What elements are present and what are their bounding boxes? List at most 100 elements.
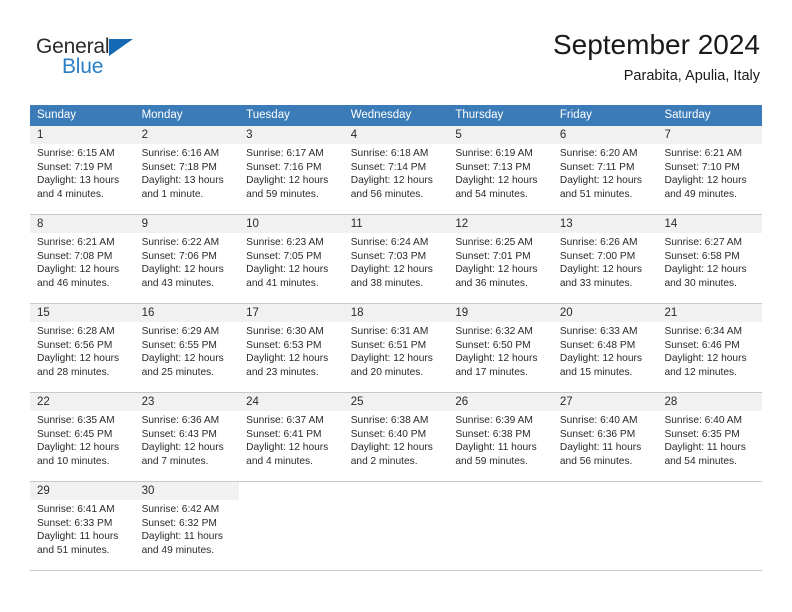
week-cells: 1 Sunrise: 6:15 AM Sunset: 7:19 PM Daylight…	[30, 126, 763, 214]
day-number: 10	[246, 218, 259, 230]
day-cell[interactable]: 11 Sunrise: 6:24 AM Sunset: 7:03 PM Dayligh…	[343, 215, 449, 303]
day-cell[interactable]: 15 Sunrise: 6:28 AM Sunset: 6:56 PM Dayligh…	[30, 304, 135, 392]
sunrise-text: Sunrise: 6:22 AM	[141, 237, 220, 248]
sunset-text: Sunset: 7:18 PM	[141, 161, 217, 173]
daylight-text: Daylight: 12 hours	[37, 442, 120, 454]
day-cell[interactable]: 24 Sunrise: 6:37 AM Sunset: 6:41 PM Dayligh…	[239, 393, 344, 481]
sunrise-text: Sunrise: 6:17 AM	[246, 148, 324, 159]
calendar-page: General Blue September 2024 Parabita, Ap…	[0, 0, 792, 612]
day-details: Sunrise: 6:36 AM Sunset: 6:43 PM Daylight:…	[135, 411, 240, 468]
weekday-header-tuesday: Tuesday	[246, 109, 290, 121]
day-number: 17	[246, 307, 259, 319]
day-cell[interactable]: 3 Sunrise: 6:17 AM Sunset: 7:16 PM Daylight…	[239, 126, 344, 214]
sunrise-text: Sunrise: 6:20 AM	[559, 148, 638, 159]
day-cell[interactable]: 14 Sunrise: 6:27 AM Sunset: 6:58 PM Dayligh…	[657, 215, 763, 303]
daylight-text: Daylight: 11 hours	[559, 442, 642, 454]
sunrise-text: Sunrise: 6:35 AM	[37, 415, 115, 426]
day-cell[interactable]: 16 Sunrise: 6:29 AM Sunset: 6:55 PM Dayligh…	[134, 304, 240, 392]
day-details	[239, 500, 344, 503]
day-cell[interactable]: 26 Sunrise: 6:39 AM Sunset: 6:38 PM Dayligh…	[448, 393, 553, 481]
sunset-text: Sunset: 7:01 PM	[455, 250, 531, 262]
day-cell[interactable]: 9 Sunrise: 6:22 AM Sunset: 7:06 PM Daylight…	[134, 215, 240, 303]
sunrise-text: Sunrise: 6:28 AM	[37, 326, 115, 337]
day-cell[interactable]: 20 Sunrise: 6:33 AM Sunset: 6:48 PM Dayligh…	[552, 304, 658, 392]
sunset-text: Sunset: 6:33 PM	[37, 517, 113, 529]
day-cell[interactable]: 23 Sunrise: 6:36 AM Sunset: 6:43 PM Dayligh…	[134, 393, 240, 481]
daylight-text: and 30 minutes.	[664, 277, 737, 289]
day-cell[interactable]: 8 Sunrise: 6:21 AM Sunset: 7:08 PM Daylight…	[30, 215, 135, 303]
day-cell[interactable]: 6 Sunrise: 6:20 AM Sunset: 7:11 PM Daylight…	[552, 126, 658, 214]
sunset-text: Sunset: 6:51 PM	[350, 339, 427, 351]
day-number: 29	[37, 485, 50, 497]
title-block: September 2024 Parabita, Apulia, Italy	[553, 28, 760, 86]
day-cell[interactable]: 30 Sunrise: 6:42 AM Sunset: 6:32 PM Dayligh…	[134, 482, 240, 570]
day-number: 25	[350, 396, 364, 408]
day-number: 1	[37, 129, 44, 141]
sunrise-text: Sunrise: 6:37 AM	[246, 415, 324, 426]
logo-triangle-icon	[109, 39, 133, 56]
weekday-header-wednesday: Wednesday	[350, 109, 412, 121]
day-cell[interactable]: 28 Sunrise: 6:40 AM Sunset: 6:35 PM Dayligh…	[657, 393, 763, 481]
daylight-text: and 17 minutes.	[455, 366, 528, 378]
day-cell[interactable]: 10 Sunrise: 6:23 AM Sunset: 7:05 PM Dayligh…	[239, 215, 344, 303]
day-number: 23	[141, 396, 155, 408]
day-cell[interactable]: 29 Sunrise: 6:41 AM Sunset: 6:33 PM Dayligh…	[30, 482, 135, 570]
day-cell[interactable]: 22 Sunrise: 6:35 AM Sunset: 6:45 PM Dayligh…	[30, 393, 135, 481]
sunrise-text: Sunrise: 6:38 AM	[350, 415, 429, 426]
day-details: Sunrise: 6:24 AM Sunset: 7:03 PM Daylight:…	[344, 233, 449, 290]
day-number: 16	[141, 307, 155, 319]
sunrise-text: Sunrise: 6:25 AM	[455, 237, 533, 248]
day-cell[interactable]: 18 Sunrise: 6:31 AM Sunset: 6:51 PM Dayligh…	[343, 304, 449, 392]
day-details: Sunrise: 6:23 AM Sunset: 7:05 PM Daylight:…	[239, 233, 344, 290]
day-number-band: 11	[343, 215, 449, 233]
sunset-text: Sunset: 7:16 PM	[246, 161, 322, 173]
daylight-text: and 54 minutes.	[455, 188, 528, 200]
day-cell[interactable]: 17 Sunrise: 6:30 AM Sunset: 6:53 PM Dayligh…	[239, 304, 344, 392]
day-cell[interactable]: 12 Sunrise: 6:25 AM Sunset: 7:01 PM Dayligh…	[448, 215, 553, 303]
daylight-text: Daylight: 11 hours	[455, 442, 537, 454]
sunset-text: Sunset: 7:10 PM	[664, 161, 740, 173]
day-cell[interactable]: 7 Sunrise: 6:21 AM Sunset: 7:10 PM Daylight…	[657, 126, 763, 214]
daylight-text: and 38 minutes.	[350, 277, 424, 289]
sunrise-text: Sunrise: 6:42 AM	[141, 504, 220, 515]
day-number: 2	[141, 129, 148, 141]
daylight-text: Daylight: 12 hours	[559, 264, 643, 276]
day-number: 28	[664, 396, 678, 408]
day-number-band: 27	[552, 393, 658, 411]
day-cell[interactable]: 19 Sunrise: 6:32 AM Sunset: 6:50 PM Dayligh…	[448, 304, 553, 392]
sunrise-text: Sunrise: 6:32 AM	[455, 326, 533, 337]
general-blue-logo[interactable]: General Blue	[36, 36, 186, 82]
day-cell[interactable]: 4 Sunrise: 6:18 AM Sunset: 7:14 PM Daylight…	[343, 126, 449, 214]
sunset-text: Sunset: 6:56 PM	[37, 339, 113, 351]
daylight-text: Daylight: 11 hours	[141, 531, 223, 543]
day-cell-empty	[448, 482, 553, 570]
sunrise-text: Sunrise: 6:30 AM	[246, 326, 324, 337]
daylight-text: Daylight: 12 hours	[141, 264, 224, 276]
day-cell[interactable]: 25 Sunrise: 6:38 AM Sunset: 6:40 PM Dayligh…	[343, 393, 449, 481]
day-cell[interactable]: 13 Sunrise: 6:26 AM Sunset: 7:00 PM Dayligh…	[552, 215, 658, 303]
day-cell[interactable]: 2 Sunrise: 6:16 AM Sunset: 7:18 PM Daylight…	[134, 126, 240, 214]
daylight-text: and 51 minutes.	[37, 544, 110, 556]
day-number-band: 1	[30, 126, 135, 144]
sunrise-text: Sunrise: 6:18 AM	[350, 148, 429, 159]
day-cell[interactable]: 21 Sunrise: 6:34 AM Sunset: 6:46 PM Dayligh…	[657, 304, 763, 392]
day-number-band	[239, 482, 344, 500]
day-details: Sunrise: 6:18 AM Sunset: 7:14 PM Daylight:…	[344, 144, 449, 201]
sunset-text: Sunset: 6:53 PM	[246, 339, 322, 351]
day-cell[interactable]: 27 Sunrise: 6:40 AM Sunset: 6:36 PM Dayligh…	[552, 393, 658, 481]
day-number: 27	[559, 396, 573, 408]
sunrise-text: Sunrise: 6:27 AM	[664, 237, 743, 248]
day-number-band: 5	[448, 126, 553, 144]
daylight-text: Daylight: 12 hours	[37, 264, 120, 276]
daylight-text: Daylight: 12 hours	[664, 175, 747, 187]
daylight-text: and 46 minutes.	[37, 277, 110, 289]
location-subtitle: Parabita, Apulia, Italy	[623, 68, 760, 84]
day-cell-empty	[239, 482, 344, 570]
daylight-text: Daylight: 12 hours	[141, 442, 224, 454]
day-cell[interactable]: 5 Sunrise: 6:19 AM Sunset: 7:13 PM Daylight…	[448, 126, 553, 214]
day-cell[interactable]: 1 Sunrise: 6:15 AM Sunset: 7:19 PM Daylight…	[30, 126, 135, 214]
day-number-band: 29	[30, 482, 135, 500]
day-number-band: 30	[134, 482, 240, 500]
sunrise-text: Sunrise: 6:26 AM	[559, 237, 638, 248]
daylight-text: and 7 minutes.	[141, 455, 209, 467]
